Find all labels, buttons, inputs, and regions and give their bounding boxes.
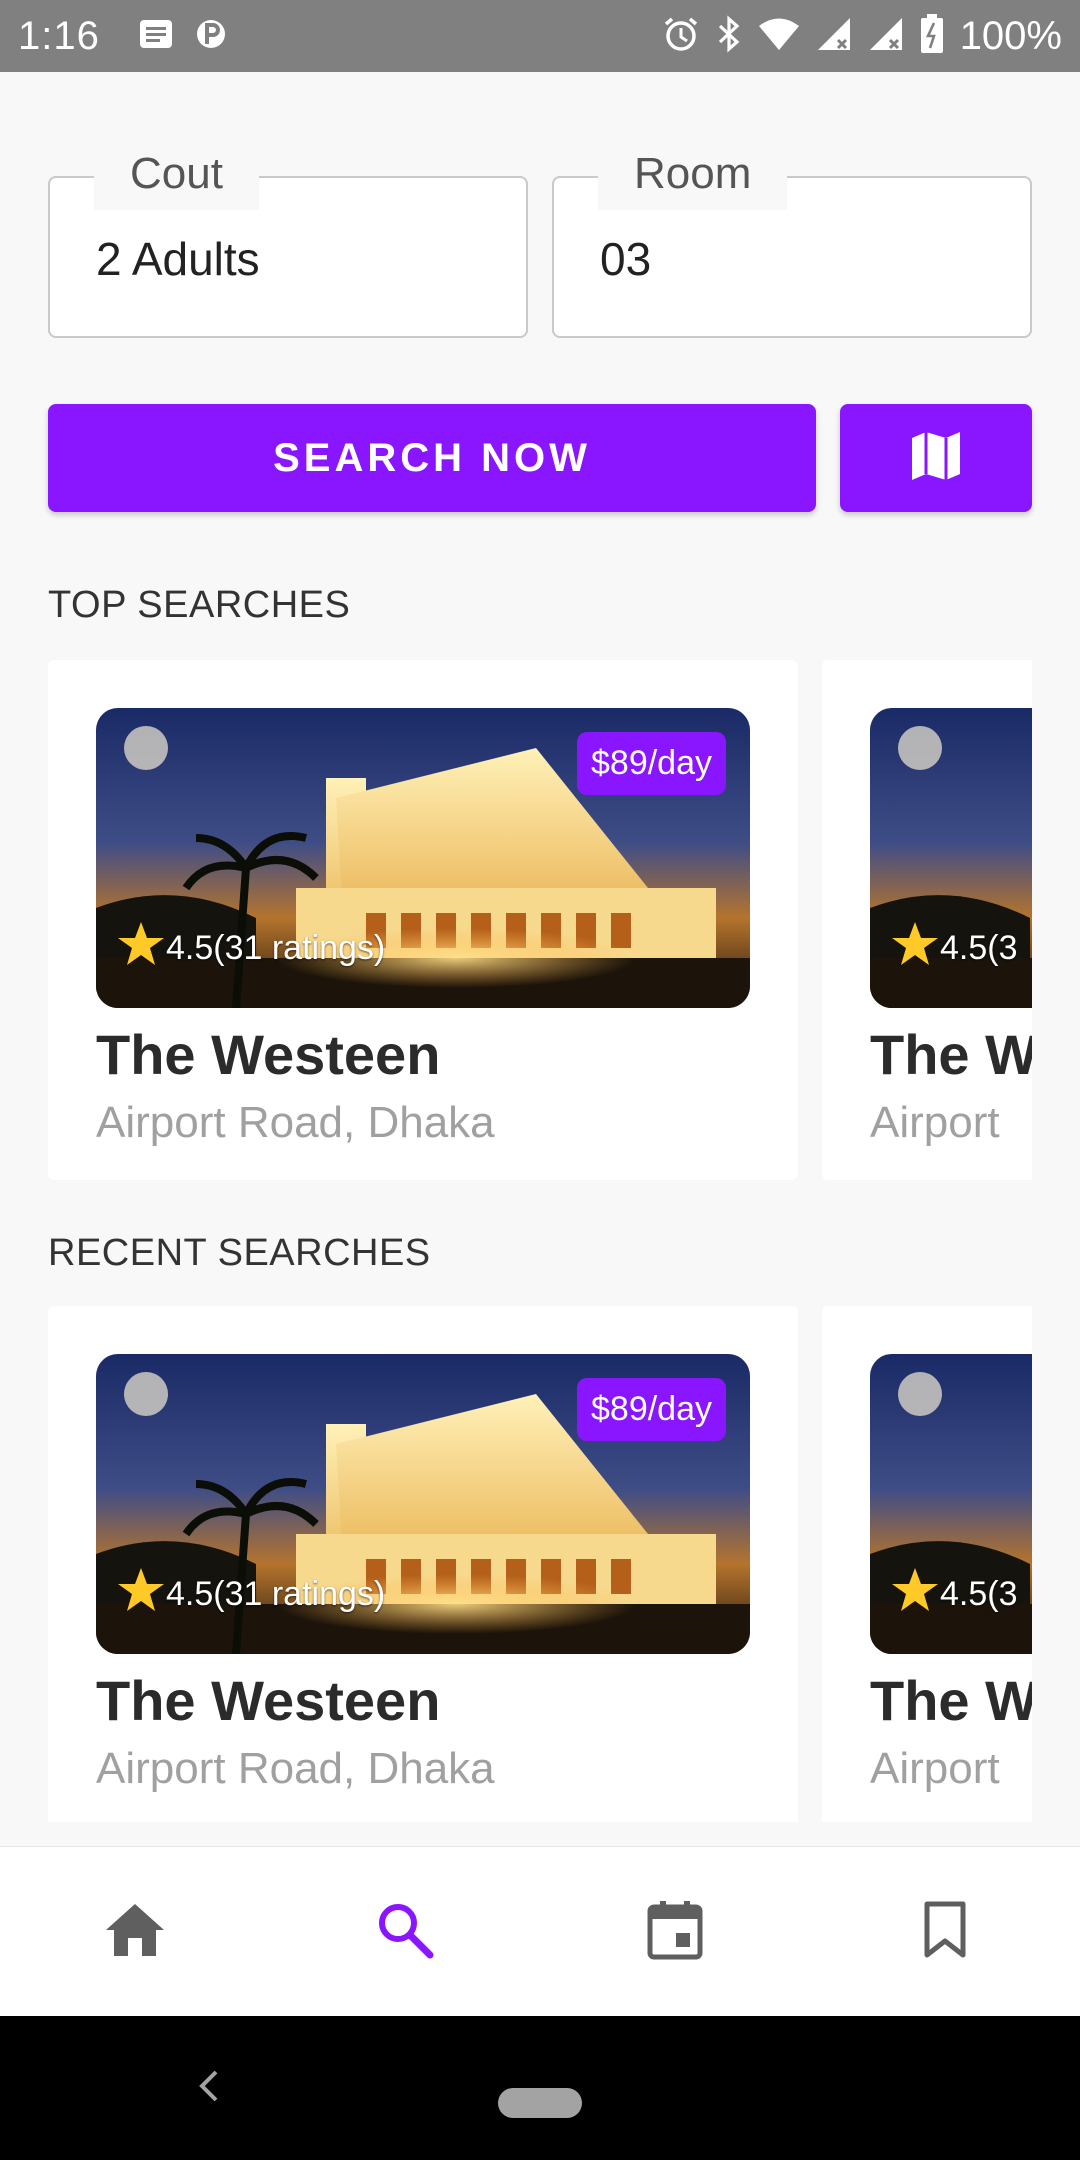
nav-search[interactable] xyxy=(370,1897,440,1967)
system-navigation-bar xyxy=(0,2016,1080,2160)
calendar-icon xyxy=(646,1899,704,1966)
recent-searches-title: RECENT SEARCHES xyxy=(48,1232,431,1274)
rating-text: 4.5(3 xyxy=(940,929,1018,967)
hotel-image: 4.5(3 xyxy=(870,708,1032,1008)
signal-icon xyxy=(816,16,852,57)
home-icon xyxy=(104,1902,166,1963)
star-icon xyxy=(116,1565,166,1624)
hotel-image: 4.5(3 xyxy=(870,1354,1032,1654)
hotel-card[interactable]: 4.5(3 The W Airport xyxy=(822,660,1032,1180)
bottom-nav xyxy=(0,1846,1080,2016)
p-icon xyxy=(196,16,226,57)
alarm-icon xyxy=(662,15,700,58)
hotel-location: Airport Road, Dhaka xyxy=(96,1744,495,1793)
hotel-name: The W xyxy=(870,1023,1032,1086)
battery-text: 100% xyxy=(959,13,1062,58)
nav-calendar[interactable] xyxy=(640,1897,710,1967)
rating-text: 4.5(31 ratings) xyxy=(166,1575,386,1613)
room-field[interactable]: Room 03 xyxy=(552,138,1032,338)
bluetooth-icon xyxy=(716,14,742,58)
room-value: 03 xyxy=(600,233,652,285)
back-icon[interactable] xyxy=(190,2066,230,2111)
hotel-image: $89/day 4.5(31 ratings) xyxy=(96,708,750,1008)
rating: 4.5(31 ratings) xyxy=(116,919,385,978)
star-icon xyxy=(890,1565,940,1624)
rating: 4.5(3 xyxy=(890,1565,1018,1624)
wifi-icon xyxy=(758,17,800,56)
guest-count-label: Cout xyxy=(94,138,259,210)
guest-count-value: 2 Adults xyxy=(96,233,260,285)
star-icon xyxy=(116,919,166,978)
map-icon xyxy=(908,428,964,489)
hotel-location: Airport xyxy=(870,1098,1000,1147)
rating: 4.5(31 ratings) xyxy=(116,1565,385,1624)
guest-count-field[interactable]: Cout 2 Adults xyxy=(48,138,528,338)
map-button[interactable] xyxy=(840,404,1032,512)
status-bar: 1:16 100% xyxy=(0,0,1080,72)
hotel-card[interactable]: $89/day 4.5(31 ratings) The Westeen Airp… xyxy=(48,1306,798,1822)
home-pill[interactable] xyxy=(498,2088,582,2118)
notification-icon xyxy=(138,18,174,55)
hotel-name: The Westeen xyxy=(96,1023,441,1086)
status-time: 1:16 xyxy=(18,13,100,58)
hotel-location: Airport xyxy=(870,1744,1000,1793)
rating: 4.5(3 xyxy=(890,919,1018,978)
hotel-card[interactable]: $89/day 4.5(31 ratings) The Westeen Airp… xyxy=(48,660,798,1180)
top-searches-carousel[interactable]: $89/day 4.5(31 ratings) The Westeen Airp… xyxy=(48,660,1032,1180)
hotel-image: $89/day 4.5(31 ratings) xyxy=(96,1354,750,1654)
price-badge: $89/day xyxy=(577,1378,726,1441)
hotel-location: Airport Road, Dhaka xyxy=(96,1098,495,1147)
search-now-button[interactable]: SEARCH NOW xyxy=(48,404,816,512)
recent-searches-carousel[interactable]: $89/day 4.5(31 ratings) The Westeen Airp… xyxy=(48,1306,1032,1822)
nav-bookmark[interactable] xyxy=(910,1897,980,1967)
nav-home[interactable] xyxy=(100,1897,170,1967)
bookmark-icon xyxy=(921,1901,969,1964)
price-badge: $89/day xyxy=(577,732,726,795)
battery-icon xyxy=(920,13,944,59)
hotel-name: The Westeen xyxy=(96,1669,441,1732)
top-searches-title: TOP SEARCHES xyxy=(48,584,351,626)
rating-text: 4.5(3 xyxy=(940,1575,1018,1613)
search-icon xyxy=(376,1901,434,1964)
rating-text: 4.5(31 ratings) xyxy=(166,929,386,967)
signal-icon xyxy=(868,16,904,57)
hotel-name: The W xyxy=(870,1669,1032,1732)
room-label: Room xyxy=(598,138,788,210)
hotel-card[interactable]: 4.5(3 The W Airport xyxy=(822,1306,1032,1822)
star-icon xyxy=(890,919,940,978)
